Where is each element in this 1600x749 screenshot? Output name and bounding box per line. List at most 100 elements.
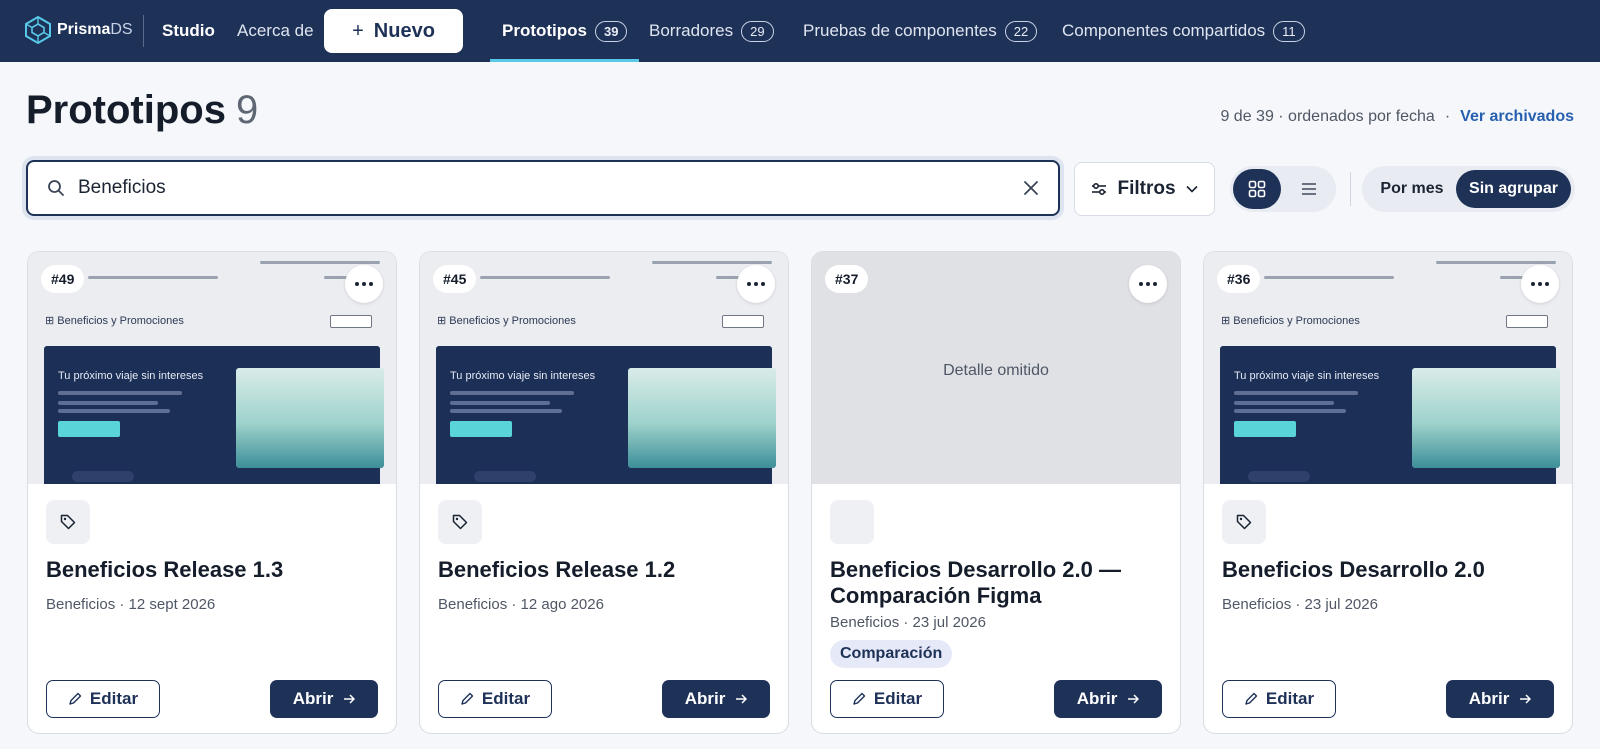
- toolbar-divider: [1350, 172, 1351, 206]
- more-dots-icon: [355, 282, 373, 286]
- clear-search-icon[interactable]: [1020, 177, 1042, 199]
- edit-button[interactable]: Editar: [1222, 680, 1336, 718]
- thumbnail-banner: Tu próximo viaje sin intereses: [44, 346, 384, 484]
- card-title: Beneficios Desarrollo 2.0: [1222, 557, 1485, 582]
- list-icon: [1302, 183, 1316, 195]
- thumbnail-heading-text: Beneficios y Promociones: [57, 315, 184, 327]
- results-meta: 9 de 39 · ordenados por fecha · Ver arch…: [1220, 108, 1574, 126]
- thumbnail-button: [1506, 315, 1548, 328]
- more-dots-icon: [1531, 282, 1549, 286]
- tab-pruebas-de-componentes[interactable]: Pruebas de componentes 22: [803, 0, 1038, 62]
- arrow-right-icon: [1128, 694, 1140, 704]
- arrow-right-icon: [1520, 694, 1532, 704]
- new-button[interactable]: + Nuevo: [324, 9, 463, 53]
- page-title-text: Prototipos: [26, 88, 226, 132]
- prototype-card[interactable]: ⊞ Beneficios y Promociones Tu próximo vi…: [1203, 251, 1573, 734]
- prototype-card[interactable]: ⊞ Beneficios y Promociones Tu próximo vi…: [27, 251, 397, 734]
- prototype-id-badge: #37: [825, 265, 869, 293]
- card-title: Beneficios Release 1.2: [438, 557, 676, 582]
- banner-cta: [450, 421, 512, 437]
- logo[interactable]: PrismaDS: [25, 16, 133, 44]
- page-title: Prototipos 9: [26, 88, 258, 133]
- banner-text: Tu próximo viaje sin intereses: [1234, 370, 1380, 382]
- thumbnail-heading: ⊞ Beneficios y Promociones: [1221, 315, 1360, 327]
- prototype-id-badge: #49: [41, 265, 85, 293]
- edit-button[interactable]: Editar: [438, 680, 552, 718]
- view-mode-toggle: [1230, 166, 1336, 212]
- banner-text: Tu próximo viaje sin intereses: [58, 370, 204, 382]
- card-subtitle: Beneficios · 23 jul 2026: [830, 614, 986, 631]
- tab-count: 22: [1004, 20, 1038, 42]
- grouping-toggle: Por mes Sin agrupar: [1362, 166, 1575, 212]
- banner-cta: [1234, 421, 1296, 437]
- more-dots-icon: [747, 282, 765, 286]
- new-button-label: Nuevo: [373, 19, 435, 42]
- card-subtitle: Beneficios · 12 ago 2026: [438, 596, 604, 613]
- active-tab-indicator: [490, 59, 640, 62]
- tab-prototipos[interactable]: Prototipos 39: [490, 0, 640, 62]
- edit-label: Editar: [873, 689, 923, 708]
- open-button[interactable]: Abrir: [1446, 680, 1554, 718]
- edit-button[interactable]: Editar: [46, 680, 160, 718]
- edit-button[interactable]: Editar: [830, 680, 944, 718]
- nav-about[interactable]: Acerca de: [237, 21, 314, 41]
- open-label: Abrir: [684, 689, 726, 708]
- more-options-button[interactable]: [1129, 265, 1167, 303]
- prototype-thumbnail: ⊞ Beneficios y Promociones Tu próximo vi…: [1204, 252, 1572, 484]
- card-title: Beneficios Desarrollo 2.0 — Comparación …: [830, 557, 1121, 608]
- grid-icon: [1248, 180, 1266, 198]
- list-view-button[interactable]: [1285, 169, 1333, 209]
- pencil-icon: [461, 692, 474, 705]
- view-archived-link[interactable]: Ver archivados: [1460, 108, 1574, 126]
- edit-label: Editar: [481, 689, 531, 708]
- tag-icon-box: [1222, 500, 1266, 544]
- thumbnail-heading: ⊞ Beneficios y Promociones: [45, 315, 184, 327]
- open-label: Abrir: [292, 689, 334, 708]
- thumbnail-heading: ⊞ Beneficios y Promociones: [437, 315, 576, 327]
- chevron-down-icon: [1185, 185, 1198, 193]
- carousel-dots: [72, 471, 134, 482]
- tab-count: 11: [1273, 20, 1305, 42]
- logo-text: PrismaDS: [57, 21, 133, 38]
- tag-icon-box: [46, 500, 90, 544]
- tab-componentes-compartidos[interactable]: Componentes compartidos 11: [1062, 0, 1305, 62]
- banner-cta: [58, 421, 120, 437]
- empty-icon-box: [830, 500, 874, 544]
- tab-label: Componentes compartidos: [1062, 21, 1266, 40]
- open-label: Abrir: [1076, 689, 1118, 708]
- prototype-id-badge: #36: [1217, 265, 1261, 293]
- edit-label: Editar: [1265, 689, 1315, 708]
- group-by-month-button[interactable]: Por mes: [1366, 170, 1458, 208]
- tab-count: 29: [741, 20, 774, 42]
- pencil-icon: [69, 692, 82, 705]
- divider: [143, 15, 144, 47]
- prisma-logo-icon: [25, 16, 51, 44]
- open-button[interactable]: Abrir: [1054, 680, 1162, 718]
- tag-icon: [1236, 514, 1252, 530]
- plus-icon: +: [352, 19, 364, 42]
- open-button[interactable]: Abrir: [662, 680, 770, 718]
- comparison-chip: Comparación: [830, 640, 953, 668]
- thumbnail-button: [330, 315, 372, 328]
- prototype-thumbnail: Detalle omitido #37: [812, 252, 1180, 484]
- no-grouping-button[interactable]: Sin agrupar: [1456, 170, 1571, 208]
- thumbnail-heading-text: Beneficios y Promociones: [449, 315, 576, 327]
- search-input[interactable]: [78, 177, 1020, 199]
- open-button[interactable]: Abrir: [270, 680, 378, 718]
- prototype-thumbnail: ⊞ Beneficios y Promociones Tu próximo vi…: [420, 252, 788, 484]
- banner-text: Tu próximo viaje sin intereses: [450, 370, 596, 382]
- grid-view-button[interactable]: [1233, 169, 1281, 209]
- banner-photo: [236, 368, 384, 468]
- search-box: [26, 160, 1060, 216]
- nav-studio[interactable]: Studio: [162, 21, 215, 41]
- filters-button[interactable]: Filtros: [1074, 162, 1215, 216]
- carousel-dots: [1248, 471, 1310, 482]
- prototype-card[interactable]: Detalle omitido #37 Beneficios Desarroll…: [811, 251, 1181, 734]
- pencil-icon: [853, 692, 866, 705]
- tab-borradores[interactable]: Borradores 29: [649, 0, 774, 62]
- more-options-button[interactable]: [1521, 265, 1559, 303]
- more-options-button[interactable]: [737, 265, 775, 303]
- more-options-button[interactable]: [345, 265, 383, 303]
- prototype-card[interactable]: ⊞ Beneficios y Promociones Tu próximo vi…: [419, 251, 789, 734]
- edit-label: Editar: [89, 689, 139, 708]
